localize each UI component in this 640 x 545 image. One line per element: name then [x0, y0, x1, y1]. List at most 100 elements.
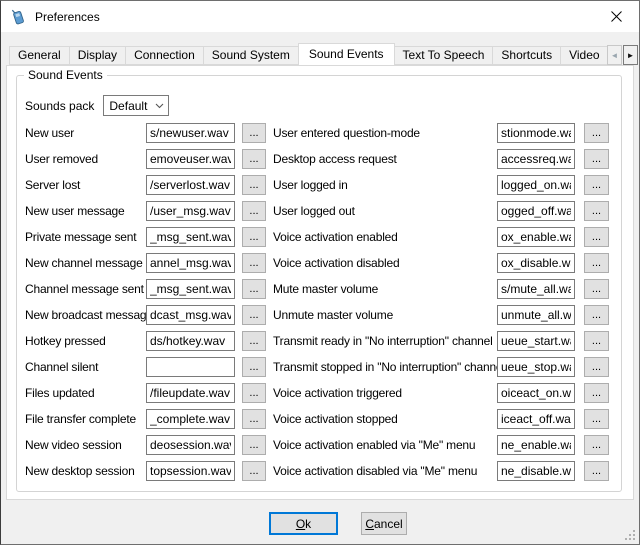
cancel-button[interactable]: Cancel [361, 512, 407, 535]
sound-file-input[interactable] [146, 357, 235, 377]
sound-file-input[interactable] [497, 227, 575, 247]
event-label: Mute master volume [273, 282, 497, 296]
event-label: Channel message sent [25, 282, 146, 296]
event-label: Private message sent [25, 230, 146, 244]
browse-button[interactable]: ... [584, 279, 609, 299]
tab-scroll-left-icon[interactable]: ◄ [607, 45, 622, 65]
tab-video[interactable]: Video [560, 46, 608, 65]
sound-file-input[interactable] [497, 201, 575, 221]
browse-button[interactable]: ... [242, 175, 266, 195]
browse-button[interactable]: ... [242, 435, 266, 455]
sound-file-input[interactable] [146, 435, 235, 455]
browse-button[interactable]: ... [242, 149, 266, 169]
sound-file-input[interactable] [146, 123, 235, 143]
sound-file-input[interactable] [497, 149, 575, 169]
close-button[interactable] [594, 1, 639, 32]
tab-connection[interactable]: Connection [125, 46, 204, 65]
event-label: Files updated [25, 386, 146, 400]
sound-file-input[interactable] [146, 409, 235, 429]
event-label: Voice activation disabled [273, 256, 497, 270]
browse-button[interactable]: ... [584, 253, 609, 273]
sound-event-row-voice-activation-triggered: Voice activation triggered... [273, 380, 617, 406]
resize-grip[interactable] [633, 538, 635, 540]
browse-button[interactable]: ... [584, 305, 609, 325]
sound-events-tab-page: Sound Events Sounds pack Default New use… [6, 65, 634, 500]
window-title: Preferences [35, 10, 100, 24]
sound-file-input[interactable] [497, 123, 575, 143]
sound-file-input[interactable] [146, 331, 235, 351]
sound-event-row-user-logged-in: User logged in... [273, 172, 617, 198]
sound-event-row-voice-activation-enabled: Voice activation enabled... [273, 224, 617, 250]
sound-file-input[interactable] [497, 253, 575, 273]
event-label: Voice activation enabled via "Me" menu [273, 438, 497, 452]
browse-button[interactable]: ... [584, 409, 609, 429]
sound-file-input[interactable] [497, 357, 575, 377]
event-label: New video session [25, 438, 146, 452]
browse-button[interactable]: ... [584, 383, 609, 403]
browse-button[interactable]: ... [242, 461, 266, 481]
browse-button[interactable]: ... [242, 227, 266, 247]
events-column-1: New user...User removed...Server lost...… [25, 120, 273, 484]
sound-file-input[interactable] [146, 305, 235, 325]
browse-button[interactable]: ... [242, 409, 266, 429]
sound-event-row-transmit-ready-in-no-interruption-channel: Transmit ready in "No interruption" chan… [273, 328, 617, 354]
browse-button[interactable]: ... [242, 253, 266, 273]
browse-button[interactable]: ... [584, 123, 609, 143]
sound-file-input[interactable] [497, 435, 575, 455]
event-label: Server lost [25, 178, 146, 192]
browse-button[interactable]: ... [584, 175, 609, 195]
sound-file-input[interactable] [146, 175, 235, 195]
browse-button[interactable]: ... [584, 357, 609, 377]
event-label: New user message [25, 204, 146, 218]
sound-file-input[interactable] [146, 279, 235, 299]
browse-button[interactable]: ... [584, 201, 609, 221]
sound-file-input[interactable] [497, 409, 575, 429]
browse-button[interactable]: ... [242, 357, 266, 377]
tab-scroll-right-icon[interactable]: ► [623, 45, 638, 65]
browse-button[interactable]: ... [242, 279, 266, 299]
sound-file-input[interactable] [497, 305, 575, 325]
browse-button[interactable]: ... [584, 435, 609, 455]
sound-event-row-private-message-sent: Private message sent... [25, 224, 273, 250]
sound-file-input[interactable] [146, 227, 235, 247]
sound-file-input[interactable] [497, 279, 575, 299]
sounds-pack-select[interactable]: Default [103, 95, 169, 116]
event-label: Unmute master volume [273, 308, 497, 322]
title-bar[interactable]: Preferences [1, 1, 639, 32]
browse-button[interactable]: ... [584, 331, 609, 351]
browse-button[interactable]: ... [242, 123, 266, 143]
sound-file-input[interactable] [497, 175, 575, 195]
sound-file-input[interactable] [146, 253, 235, 273]
sound-event-row-new-video-session: New video session... [25, 432, 273, 458]
ok-button[interactable]: Ok [269, 512, 338, 535]
sound-file-input[interactable] [146, 383, 235, 403]
browse-button[interactable]: ... [242, 201, 266, 221]
event-label: Voice activation enabled [273, 230, 497, 244]
browse-button[interactable]: ... [584, 461, 609, 481]
sound-file-input[interactable] [146, 149, 235, 169]
tab-general[interactable]: General [9, 46, 70, 65]
browse-button[interactable]: ... [584, 149, 609, 169]
browse-button[interactable]: ... [242, 305, 266, 325]
sound-file-input[interactable] [497, 331, 575, 351]
sound-file-input[interactable] [146, 201, 235, 221]
sound-event-row-file-transfer-complete: File transfer complete... [25, 406, 273, 432]
browse-button[interactable]: ... [584, 227, 609, 247]
event-label: User entered question-mode [273, 126, 497, 140]
sound-event-row-mute-master-volume: Mute master volume... [273, 276, 617, 302]
sound-file-input[interactable] [497, 461, 575, 481]
browse-button[interactable]: ... [242, 383, 266, 403]
tab-sound-events[interactable]: Sound Events [298, 43, 395, 65]
tab-sound-system[interactable]: Sound System [203, 46, 299, 65]
tab-display[interactable]: Display [69, 46, 126, 65]
event-label: Desktop access request [273, 152, 497, 166]
sound-event-row-voice-activation-disabled: Voice activation disabled... [273, 250, 617, 276]
tab-shortcuts[interactable]: Shortcuts [492, 46, 561, 65]
browse-button[interactable]: ... [242, 331, 266, 351]
sound-file-input[interactable] [497, 383, 575, 403]
tab-text-to-speech[interactable]: Text To Speech [394, 46, 494, 65]
sound-event-row-desktop-access-request: Desktop access request... [273, 146, 617, 172]
event-label: User logged in [273, 178, 497, 192]
sound-events-groupbox: Sound Events Sounds pack Default New use… [16, 75, 622, 492]
sound-file-input[interactable] [146, 461, 235, 481]
